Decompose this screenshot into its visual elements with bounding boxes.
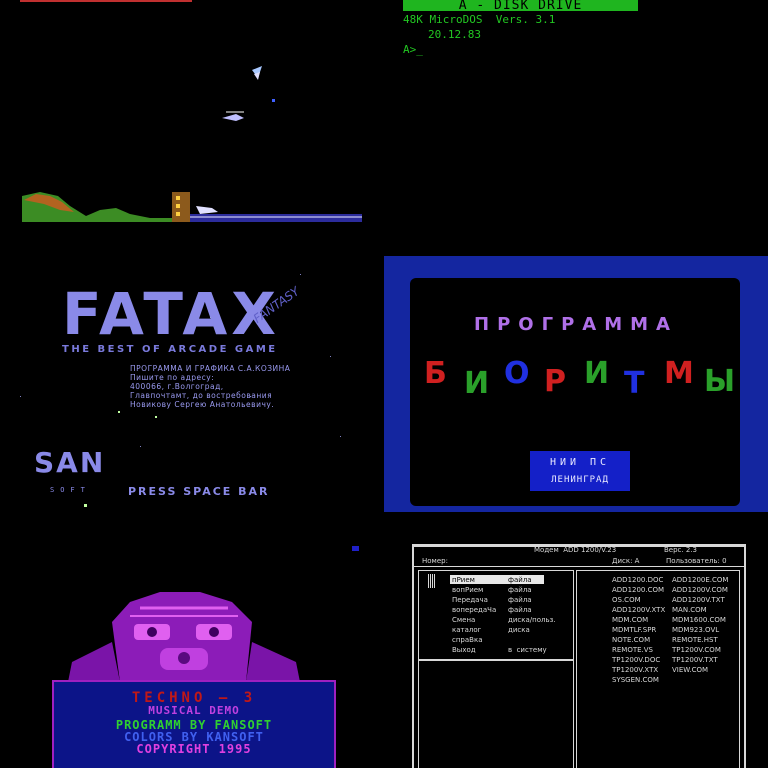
credits-line-4: Главпочтамт, до востребования	[130, 391, 273, 400]
file-entry[interactable]: ADD1200.DOC	[612, 575, 663, 585]
file-entry[interactable]: MAN.COM	[672, 605, 707, 615]
institute-name: НИИ ПС	[549, 457, 611, 468]
menu-scroll-handle[interactable]	[428, 574, 436, 588]
menu-item-label[interactable]: Выход	[452, 645, 476, 655]
menu-item-object[interactable]: файла	[508, 595, 532, 605]
user-label: Пользователь: 0	[666, 557, 727, 565]
lower-left-pane	[418, 660, 574, 768]
file-entry[interactable]: MDM1600.COM	[672, 615, 726, 625]
file-entry[interactable]: MDM923.OVL	[672, 625, 719, 635]
file-entry[interactable]: SYSGEN.COM	[612, 675, 659, 685]
helicopter-icon	[222, 111, 244, 121]
fatax-subtitle: THE BEST OF ARCADE GAME	[62, 344, 278, 355]
file-entry[interactable]: TP1200V.XTX	[612, 665, 658, 675]
menu-item-object[interactable]: файла	[508, 605, 532, 615]
enemy-plane-icon	[252, 66, 262, 80]
credits-line-3: 400066, г.Волгоград,	[130, 382, 224, 391]
menu-item-label[interactable]: вопередаЧа	[452, 605, 496, 615]
menu-item-label[interactable]: каталог	[452, 625, 481, 635]
letter: И	[464, 366, 490, 401]
file-entry[interactable]: MDMTLF.SPR	[612, 625, 656, 635]
press-space-prompt[interactable]: PRESS SPACE BAR	[128, 485, 270, 498]
file-entry[interactable]: TP1200V.COM	[672, 645, 721, 655]
san-soft-label: SOFT	[50, 486, 91, 494]
file-entry[interactable]: REMOTE.HST	[672, 635, 718, 645]
menu-item-label[interactable]: Передача	[452, 595, 488, 605]
modem-title: Модем ADD 1200/V.23	[534, 546, 617, 554]
credits-line-1: ПРОГРАММА И ГРАФИКА С.А.КОЗИНА	[130, 364, 291, 373]
fatax-logo: FATAX	[62, 280, 281, 348]
modem-program-screen: Модем ADD 1200/V.23 Верс. 2.3 Номер: Дис…	[384, 512, 768, 768]
menu-item-object[interactable]: файла	[508, 575, 532, 585]
file-entry[interactable]: ADD1200.COM	[612, 585, 664, 595]
institute-city: ЛЕНИНГРАД	[551, 475, 609, 485]
institute-badge: НИИ ПС ЛЕНИНГРАД	[530, 451, 630, 491]
file-entry[interactable]: MDM.COM	[612, 615, 648, 625]
game-screenshot-tile	[0, 0, 384, 256]
menu-item-object[interactable]: в систему	[508, 645, 547, 655]
player-plane-icon	[196, 206, 218, 214]
menu-item-label[interactable]: вопРием	[452, 585, 483, 595]
letter: Ы	[704, 364, 736, 399]
fatax-title-screen: FATAX FANTASY THE BEST OF ARCADE GAME ПР…	[0, 256, 384, 512]
dos-date-line: 20.12.83	[428, 28, 481, 41]
file-entry[interactable]: ADD1200V.COM	[672, 585, 728, 595]
copyright-line: COPYRIGHT 1995	[136, 742, 252, 756]
letter: Р	[544, 364, 566, 399]
disk-drive-header: A - DISK DRIVE	[403, 0, 638, 12]
file-entry[interactable]: REMOTE.VS	[612, 645, 653, 655]
modem-version: Верс. 2.3	[664, 546, 697, 554]
letter: Б	[424, 356, 447, 391]
file-entry[interactable]: NOTE.COM	[612, 635, 650, 645]
dos-prompt[interactable]: A>_	[403, 44, 423, 56]
file-entry[interactable]: VIEW.COM	[672, 665, 708, 675]
menu-item-label[interactable]: Смена	[452, 615, 475, 625]
enemy-shot-icon	[272, 99, 275, 102]
file-entry[interactable]: ADD1200E.COM	[672, 575, 728, 585]
menu-item-object[interactable]: диска/польз.	[508, 615, 556, 625]
base-tower	[172, 192, 190, 222]
letter: Т	[624, 366, 645, 401]
file-entry[interactable]: OS.COM	[612, 595, 641, 605]
credits-line-2: Пишите по адресу:	[130, 373, 215, 382]
letter: И	[584, 356, 610, 391]
number-label: Номер:	[422, 557, 448, 565]
file-entry[interactable]: ADD1200V.TXT	[672, 595, 725, 605]
file-entry[interactable]: ADD1200V.XTX	[612, 605, 665, 615]
san-soft-logo: SAN	[34, 446, 106, 479]
letter: О	[504, 356, 530, 391]
program-title: ПРОГРАММА	[474, 314, 678, 335]
file-entry[interactable]: TP1200V.DOC	[612, 655, 660, 665]
techno-demo-screen: TECHNO — 3 MUSICAL DEMO PROGRAMM BY FANS…	[0, 512, 384, 768]
disk-label: Диск: A	[612, 557, 640, 565]
musical-demo-label: MUSICAL DEMO	[148, 704, 240, 717]
menu-item-object[interactable]: файла	[508, 585, 532, 595]
biorhythms-word: Б И О Р И Т М Ы	[424, 356, 744, 401]
file-entry[interactable]: TP1200V.TXT	[672, 655, 718, 665]
menu-item-label[interactable]: спраВка	[452, 635, 482, 645]
game-scene	[22, 66, 362, 222]
letter: М	[664, 356, 694, 391]
microdos-screen: A - DISK DRIVE 48K MicroDOS Vers. 3.1 20…	[384, 0, 768, 256]
menu-item-label[interactable]: пРием	[452, 575, 475, 585]
menu-item-object[interactable]: диска	[508, 625, 530, 635]
dos-version-line: 48K MicroDOS Vers. 3.1	[403, 13, 556, 26]
biorhythms-screen: ПРОГРАММА Б И О Р И Т М Ы НИИ ПС ЛЕНИНГР…	[384, 256, 768, 512]
credits-line-5: Новикову Сергею Анатольевичу.	[130, 400, 275, 409]
